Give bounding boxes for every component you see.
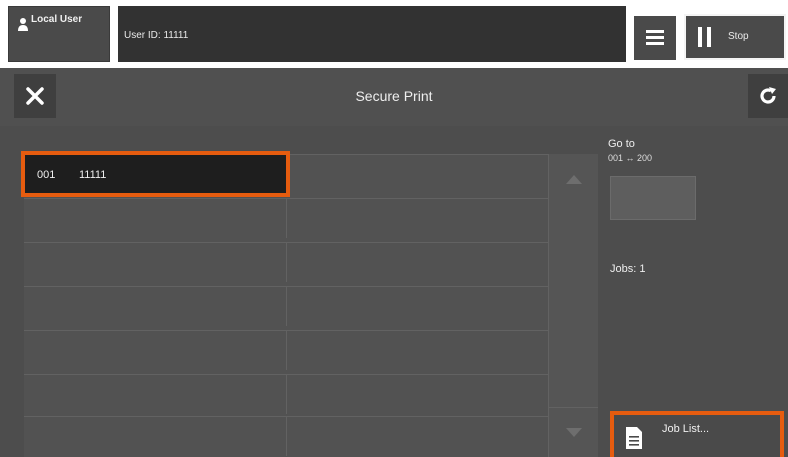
scroll-down-icon bbox=[566, 428, 582, 437]
selected-job-row[interactable]: 001 11111 bbox=[21, 151, 290, 197]
top-bar: Local User User ID: 11111 Stop bbox=[0, 0, 788, 68]
refresh-icon bbox=[760, 87, 776, 104]
document-icon bbox=[626, 427, 642, 449]
pause-icon bbox=[698, 27, 711, 47]
goto-range: 001 ↔ 200 bbox=[608, 153, 653, 163]
job-user-id: 11111 bbox=[79, 169, 107, 181]
menu-button[interactable] bbox=[634, 16, 676, 60]
scroll-down-button[interactable] bbox=[549, 407, 599, 457]
stop-label: Stop bbox=[728, 31, 749, 42]
job-list-button[interactable]: Job List... bbox=[610, 411, 784, 457]
local-user-button[interactable]: Local User bbox=[8, 6, 110, 62]
local-user-label: Local User bbox=[31, 14, 83, 25]
jobs-count: Jobs: 1 bbox=[610, 263, 646, 275]
goto-input[interactable] bbox=[610, 176, 696, 220]
list-row[interactable] bbox=[24, 286, 548, 326]
list-row[interactable] bbox=[24, 374, 548, 414]
job-number: 001 bbox=[37, 169, 56, 181]
job-list bbox=[24, 154, 548, 457]
stop-button[interactable]: Stop bbox=[684, 14, 786, 60]
list-row[interactable] bbox=[24, 198, 548, 238]
right-panel: Go to 001 ↔ 200 Jobs: 1 Job List... bbox=[598, 126, 788, 457]
list-row[interactable] bbox=[24, 416, 548, 456]
scroll-up-icon bbox=[566, 175, 582, 184]
job-list-label: Job List... bbox=[662, 423, 710, 435]
scroll-up-button[interactable] bbox=[549, 154, 599, 204]
scroll-column bbox=[548, 154, 599, 457]
title-bar: Secure Print bbox=[0, 68, 788, 126]
list-row[interactable] bbox=[24, 242, 548, 282]
person-icon bbox=[18, 18, 28, 31]
goto-label: Go to bbox=[608, 138, 635, 150]
refresh-button[interactable] bbox=[748, 74, 788, 118]
page-title: Secure Print bbox=[355, 88, 433, 104]
menu-icon bbox=[646, 30, 664, 45]
list-row[interactable] bbox=[24, 330, 548, 370]
user-id-text: User ID: 11111 bbox=[124, 30, 189, 41]
user-id-bar: User ID: 11111 bbox=[118, 6, 626, 62]
